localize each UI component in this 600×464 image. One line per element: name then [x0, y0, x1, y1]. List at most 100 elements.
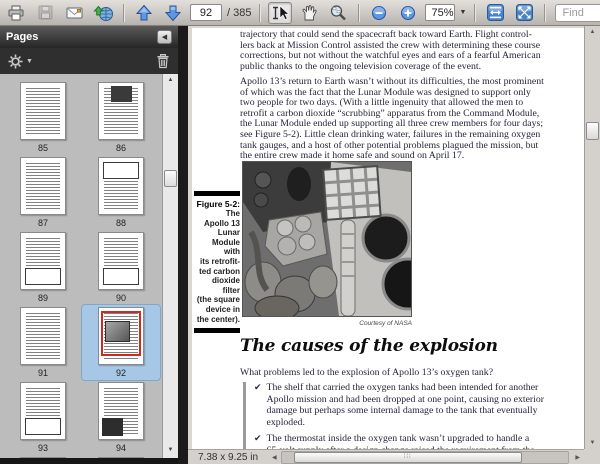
vertical-scrollbar-thumb[interactable]	[586, 122, 599, 140]
fit-page-icon	[515, 3, 534, 22]
page-thumbnail[interactable]: 90	[82, 230, 160, 305]
page-thumbnail[interactable]: 94	[82, 380, 160, 455]
pages-panel: Pages ◀ ▼ 85 86 87 88 89 90 91 92 93 94 …	[0, 26, 178, 464]
previous-page-button[interactable]	[132, 2, 156, 24]
hand-tool-icon	[300, 4, 318, 22]
horizontal-scrollbar[interactable]: ⁞⁞⁞	[280, 450, 570, 464]
vertical-scrollbar[interactable]: ▲ ▼	[584, 26, 600, 449]
current-view-rect	[101, 311, 141, 356]
thumbnail-page-image	[98, 307, 144, 365]
thumbnail-page-image	[20, 157, 66, 215]
bullet-text: The thermostat inside the oxygen tank wa…	[266, 433, 535, 449]
zoom-in-icon	[400, 5, 416, 21]
delete-pages-button[interactable]	[156, 53, 170, 69]
marquee-zoom-button[interactable]	[326, 2, 350, 24]
caption-rule	[194, 328, 240, 334]
checkmark-bullet-icon: ✔	[254, 382, 262, 392]
main-toolbar: / 385 75% ▼ ▼	[0, 0, 600, 26]
scroll-up-icon[interactable]: ▲	[585, 29, 600, 35]
thumbnail-page-number: 87	[37, 218, 48, 228]
select-tool-button[interactable]	[268, 1, 293, 24]
share-button[interactable]	[91, 2, 115, 24]
find-input[interactable]	[555, 3, 600, 22]
status-scroll-row: 7.38 x 9.25 in ◀ ⁞⁞⁞ ▶	[188, 449, 584, 464]
zoom-level-value[interactable]: 75%	[425, 4, 455, 21]
thumbnail-page-image	[98, 457, 144, 458]
save-button[interactable]	[33, 2, 57, 24]
save-icon	[37, 4, 54, 21]
page-thumbnail[interactable]: 92	[81, 304, 161, 381]
trash-icon	[156, 53, 170, 69]
scrollbar-grip-icon: ⁞⁞⁞	[403, 454, 412, 460]
lead-sentence: What problems led to the explosion of Ap…	[240, 367, 494, 378]
collapse-arrow-icon: ◀	[161, 34, 168, 41]
email-icon	[65, 4, 84, 21]
page-size-label: 7.38 x 9.25 in	[198, 451, 259, 463]
print-icon	[7, 4, 25, 22]
section-heading: The causes of the explosion	[240, 336, 498, 356]
share-globe-icon	[92, 3, 114, 22]
page-thumbnail[interactable]: 86	[82, 80, 160, 155]
scroll-left-icon[interactable]: ◀	[268, 454, 281, 461]
page-thumbnail[interactable]: 93	[4, 380, 82, 455]
toolbar-separator	[544, 3, 546, 22]
thumbnail-page-image	[98, 382, 144, 440]
caption-rule	[194, 191, 240, 196]
page-thumbnail[interactable]: 88	[82, 155, 160, 230]
figure-caption-text: The Apollo 13 Lunar Module with its retr…	[196, 209, 240, 324]
page-thumbnail[interactable]: 91	[4, 305, 82, 380]
thumbnail-page-image	[98, 232, 144, 290]
page-thumbnail[interactable]: 87	[4, 155, 82, 230]
zoom-out-button[interactable]	[367, 2, 391, 24]
page-total-label: / 385	[227, 6, 252, 19]
thumbnail-page-number: 91	[37, 368, 48, 378]
scroll-down-icon[interactable]: ▼	[168, 444, 174, 456]
fit-width-icon	[486, 3, 505, 22]
next-page-icon	[164, 4, 182, 22]
paragraph: Apollo 13’s return to Earth wasn’t witho…	[240, 76, 544, 162]
page-number-input[interactable]	[190, 4, 222, 21]
fit-width-button[interactable]	[483, 2, 507, 24]
fit-page-button[interactable]	[512, 2, 536, 24]
pages-panel-header: Pages ◀	[0, 26, 178, 48]
marquee-zoom-icon	[329, 4, 348, 22]
page-thumbnail[interactable]: 89	[4, 230, 82, 305]
figure-label: Figure 5-2:	[196, 199, 240, 209]
photo-credit: Courtesy of NASA	[359, 320, 412, 327]
toolbar-separator	[123, 3, 124, 22]
thumbnail-page-number: 93	[37, 443, 48, 453]
scrollbar-corner	[584, 449, 600, 464]
previous-page-icon	[135, 4, 153, 22]
page-thumbnail[interactable]: 85	[4, 80, 82, 155]
next-page-button[interactable]	[161, 2, 185, 24]
paragraph: trajectory that could send the spacecraf…	[240, 29, 541, 72]
thumbnail-page-image	[20, 82, 66, 140]
print-button[interactable]	[4, 2, 28, 24]
page-thumbnail[interactable]: 96	[82, 455, 160, 458]
bullet-text: The shelf that carried the oxygen tanks …	[266, 382, 545, 428]
bullet-list: ✔ The shelf that carried the oxygen tank…	[243, 382, 570, 449]
collapse-panel-button[interactable]: ◀	[157, 30, 172, 44]
hand-tool-button[interactable]	[297, 2, 321, 24]
thumbnail-page-image	[98, 82, 144, 140]
bullet-item: ✔ The thermostat inside the oxygen tank …	[254, 433, 570, 449]
panel-divider[interactable]	[178, 26, 188, 464]
document-pane: trajectory that could send the spacecraf…	[188, 26, 600, 464]
zoom-dropdown-button[interactable]: ▼	[460, 4, 467, 21]
scroll-up-icon[interactable]: ▲	[168, 74, 174, 86]
zoom-dropdown-icon: ▼	[459, 9, 467, 16]
horizontal-scrollbar-thumb[interactable]: ⁞⁞⁞	[293, 451, 522, 463]
options-dropdown-icon: ▼	[26, 57, 33, 65]
thumbnail-page-number: 88	[115, 218, 126, 228]
scroll-down-icon[interactable]: ▼	[585, 440, 600, 446]
scroll-right-icon[interactable]: ▶	[571, 454, 584, 461]
toolbar-separator	[474, 3, 476, 22]
panel-options-button[interactable]: ▼	[8, 54, 33, 69]
sidebar-scrollbar-thumb[interactable]	[164, 170, 177, 187]
zoom-in-button[interactable]	[396, 2, 420, 24]
email-button[interactable]	[62, 2, 86, 24]
gear-icon	[8, 54, 23, 69]
page-thumbnail[interactable]: 95	[4, 455, 82, 458]
checkmark-bullet-icon: ✔	[254, 433, 262, 443]
sidebar-scrollbar[interactable]: ▲ ▼	[162, 74, 178, 458]
